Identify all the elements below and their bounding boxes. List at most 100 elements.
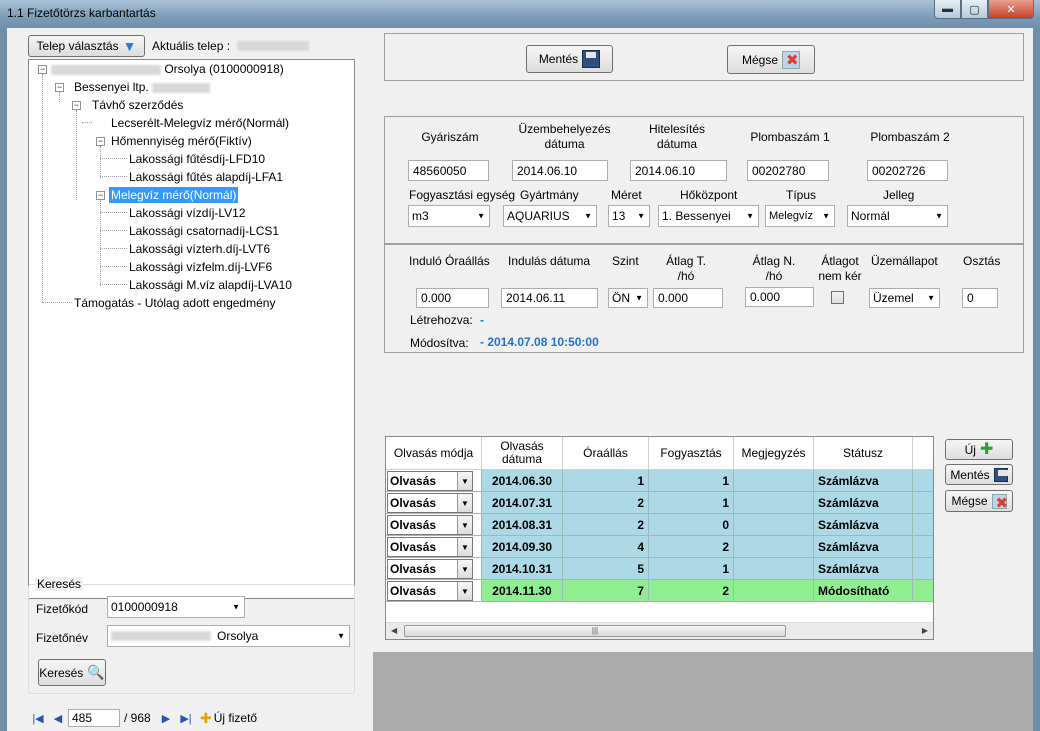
date-cell[interactable]: 2014.10.31 [482,558,563,580]
column-header[interactable]: Fogyasztás [649,437,734,470]
horizontal-scrollbar[interactable]: ◀ ||| ▶ [386,622,933,639]
expander-bessenyei[interactable]: − [55,83,64,92]
consumption-cell[interactable]: 0 [649,514,734,536]
note-cell[interactable] [734,536,814,558]
note-cell[interactable] [734,470,814,492]
mode-combo[interactable]: Olvasás ▼ [387,537,473,557]
tipus-select[interactable]: Melegvíz ▼ [765,205,835,227]
payer-tree[interactable]: − Orsolya (0100000918) − Bessenyei ltp. … [28,59,355,599]
gyartmany-select[interactable]: AQUARIUS ▼ [503,205,597,227]
tree-node-tamogatas[interactable]: Támogatás - Utólag adott engedmény [74,295,275,311]
column-header[interactable]: Óraállás [563,437,649,470]
osztas-input[interactable]: 0 [962,288,998,308]
tree-node-lecserelt[interactable]: Lecserélt-Melegvíz mérő(Normál) [111,115,289,131]
chevron-down-icon[interactable]: ▼ [457,494,472,512]
mode-cell[interactable]: Olvasás ▼ [386,536,482,558]
consumption-cell[interactable]: 2 [649,536,734,558]
status-cell[interactable]: Számlázva [814,536,913,558]
indulas-input[interactable]: 2014.06.11 [501,288,598,308]
mode-combo[interactable]: Olvasás ▼ [387,493,473,513]
note-cell[interactable] [734,580,814,602]
tree-node-csatorna[interactable]: Lakossági csatornadíj-LCS1 [129,223,279,239]
tree-node-vizdij[interactable]: Lakossági vízdíj-LV12 [129,205,246,221]
chevron-down-icon[interactable]: ▼ [457,472,472,490]
scroll-thumb[interactable]: ||| [404,625,786,637]
mode-cell[interactable]: Olvasás ▼ [386,514,482,536]
reading-cell[interactable]: 4 [563,536,649,558]
column-header[interactable]: Státusz [814,437,913,470]
plomba2-input[interactable]: 00202726 [867,160,948,181]
mode-combo[interactable]: Olvasás ▼ [387,559,473,579]
mode-cell[interactable]: Olvasás ▼ [386,580,482,602]
scroll-left-icon[interactable]: ◀ [391,626,397,635]
atlag-n-input[interactable]: 0.000 [745,287,814,307]
mode-combo[interactable]: Olvasás ▼ [387,581,473,601]
new-payer-button[interactable]: ✚ Új fizető [196,710,261,727]
table-row[interactable]: Olvasás ▼ 2014.07.31 2 1 Számlázva [386,492,933,514]
mode-cell[interactable]: Olvasás ▼ [386,470,482,492]
fizetokod-combo[interactable]: 0100000918 ▼ [107,596,245,618]
tree-node-tavho[interactable]: Távhő szerződés [92,97,183,113]
plomba1-input[interactable]: 00202780 [747,160,829,181]
consumption-cell[interactable]: 1 [649,558,734,580]
column-header[interactable]: Olvasás dátuma [482,437,563,470]
column-header[interactable]: Olvasás módja [386,437,482,470]
grid-cancel-button[interactable]: Mégse [945,490,1013,512]
expander-homennyiseg[interactable]: − [96,137,105,146]
tree-node-melegviz[interactable]: Melegvíz mérő(Normál) [109,187,239,203]
tree-node-bessenyei[interactable]: Bessenyei ltp. [74,79,211,95]
tree-node-vizterh[interactable]: Lakossági vízterh.díj-LVT6 [129,241,270,257]
table-row[interactable]: Olvasás ▼ 2014.06.30 1 1 Számlázva [386,470,933,492]
chevron-down-icon[interactable]: ▼ [457,516,472,534]
tree-node-mviz[interactable]: Lakossági M.víz alapdíj-LVA10 [129,277,292,293]
mode-combo[interactable]: Olvasás ▼ [387,515,473,535]
reading-cell[interactable]: 2 [563,514,649,536]
note-cell[interactable] [734,558,814,580]
uzembe-input[interactable]: 2014.06.10 [512,160,608,181]
chevron-down-icon[interactable]: ▼ [457,560,472,578]
table-row[interactable]: Olvasás ▼ 2014.10.31 5 1 Számlázva [386,558,933,580]
telep-select-button[interactable]: Telep választás ▼ [28,35,145,57]
search-button[interactable]: Keresés 🔍 [38,659,106,686]
reading-cell[interactable]: 1 [563,470,649,492]
reading-cell[interactable]: 5 [563,558,649,580]
status-cell[interactable]: Számlázva [814,558,913,580]
column-header[interactable]: Megjegyzés [734,437,814,470]
mode-combo[interactable]: Olvasás ▼ [387,471,473,491]
last-record-icon[interactable]: ▶| [176,712,196,725]
note-cell[interactable] [734,514,814,536]
chevron-down-icon[interactable]: ▼ [457,582,472,600]
consumption-cell[interactable]: 2 [649,580,734,602]
note-cell[interactable] [734,492,814,514]
table-row[interactable]: Olvasás ▼ 2014.11.30 7 2 Módosítható [386,580,933,602]
gyariszam-input[interactable]: 48560050 [408,160,489,181]
table-row[interactable]: Olvasás ▼ 2014.08.31 2 0 Számlázva [386,514,933,536]
atlagot-nem-ker-checkbox[interactable] [831,291,844,304]
grid-new-button[interactable]: Új ✚ [945,439,1013,460]
date-cell[interactable]: 2014.06.30 [482,470,563,492]
tree-node-futesdij[interactable]: Lakossági fűtésdíj-LFD10 [129,151,265,167]
fizetonev-combo[interactable]: Orsolya ▼ [107,625,350,647]
status-cell[interactable]: Módosítható [814,580,913,602]
status-cell[interactable]: Számlázva [814,470,913,492]
tree-node-root[interactable]: Orsolya (0100000918) [51,61,284,77]
record-position-input[interactable]: 485 [68,709,120,727]
szint-select[interactable]: ÖN ▼ [608,288,648,308]
table-row[interactable]: Olvasás ▼ 2014.09.30 4 2 Számlázva [386,536,933,558]
date-cell[interactable]: 2014.09.30 [482,536,563,558]
date-cell[interactable]: 2014.07.31 [482,492,563,514]
close-button[interactable]: ✕ [988,0,1034,19]
hiteles-input[interactable]: 2014.06.10 [630,160,727,181]
tree-node-futesalap[interactable]: Lakossági fűtés alapdíj-LFA1 [129,169,283,185]
readings-grid[interactable]: Olvasás módja Olvasás dátuma Óraállás Fo… [385,436,934,640]
scroll-right-icon[interactable]: ▶ [922,626,928,635]
cancel-button[interactable]: Mégse [727,45,815,74]
hokozpont-select[interactable]: 1. Bessenyei ▼ [658,205,759,227]
atlag-t-input[interactable]: 0.000 [653,288,723,308]
expander-tavho[interactable]: − [72,101,81,110]
date-cell[interactable]: 2014.11.30 [482,580,563,602]
expander-root[interactable]: − [38,65,47,74]
consumption-cell[interactable]: 1 [649,470,734,492]
maximize-button[interactable]: ▢ [961,0,988,19]
minimize-button[interactable]: ▬ [934,0,961,19]
